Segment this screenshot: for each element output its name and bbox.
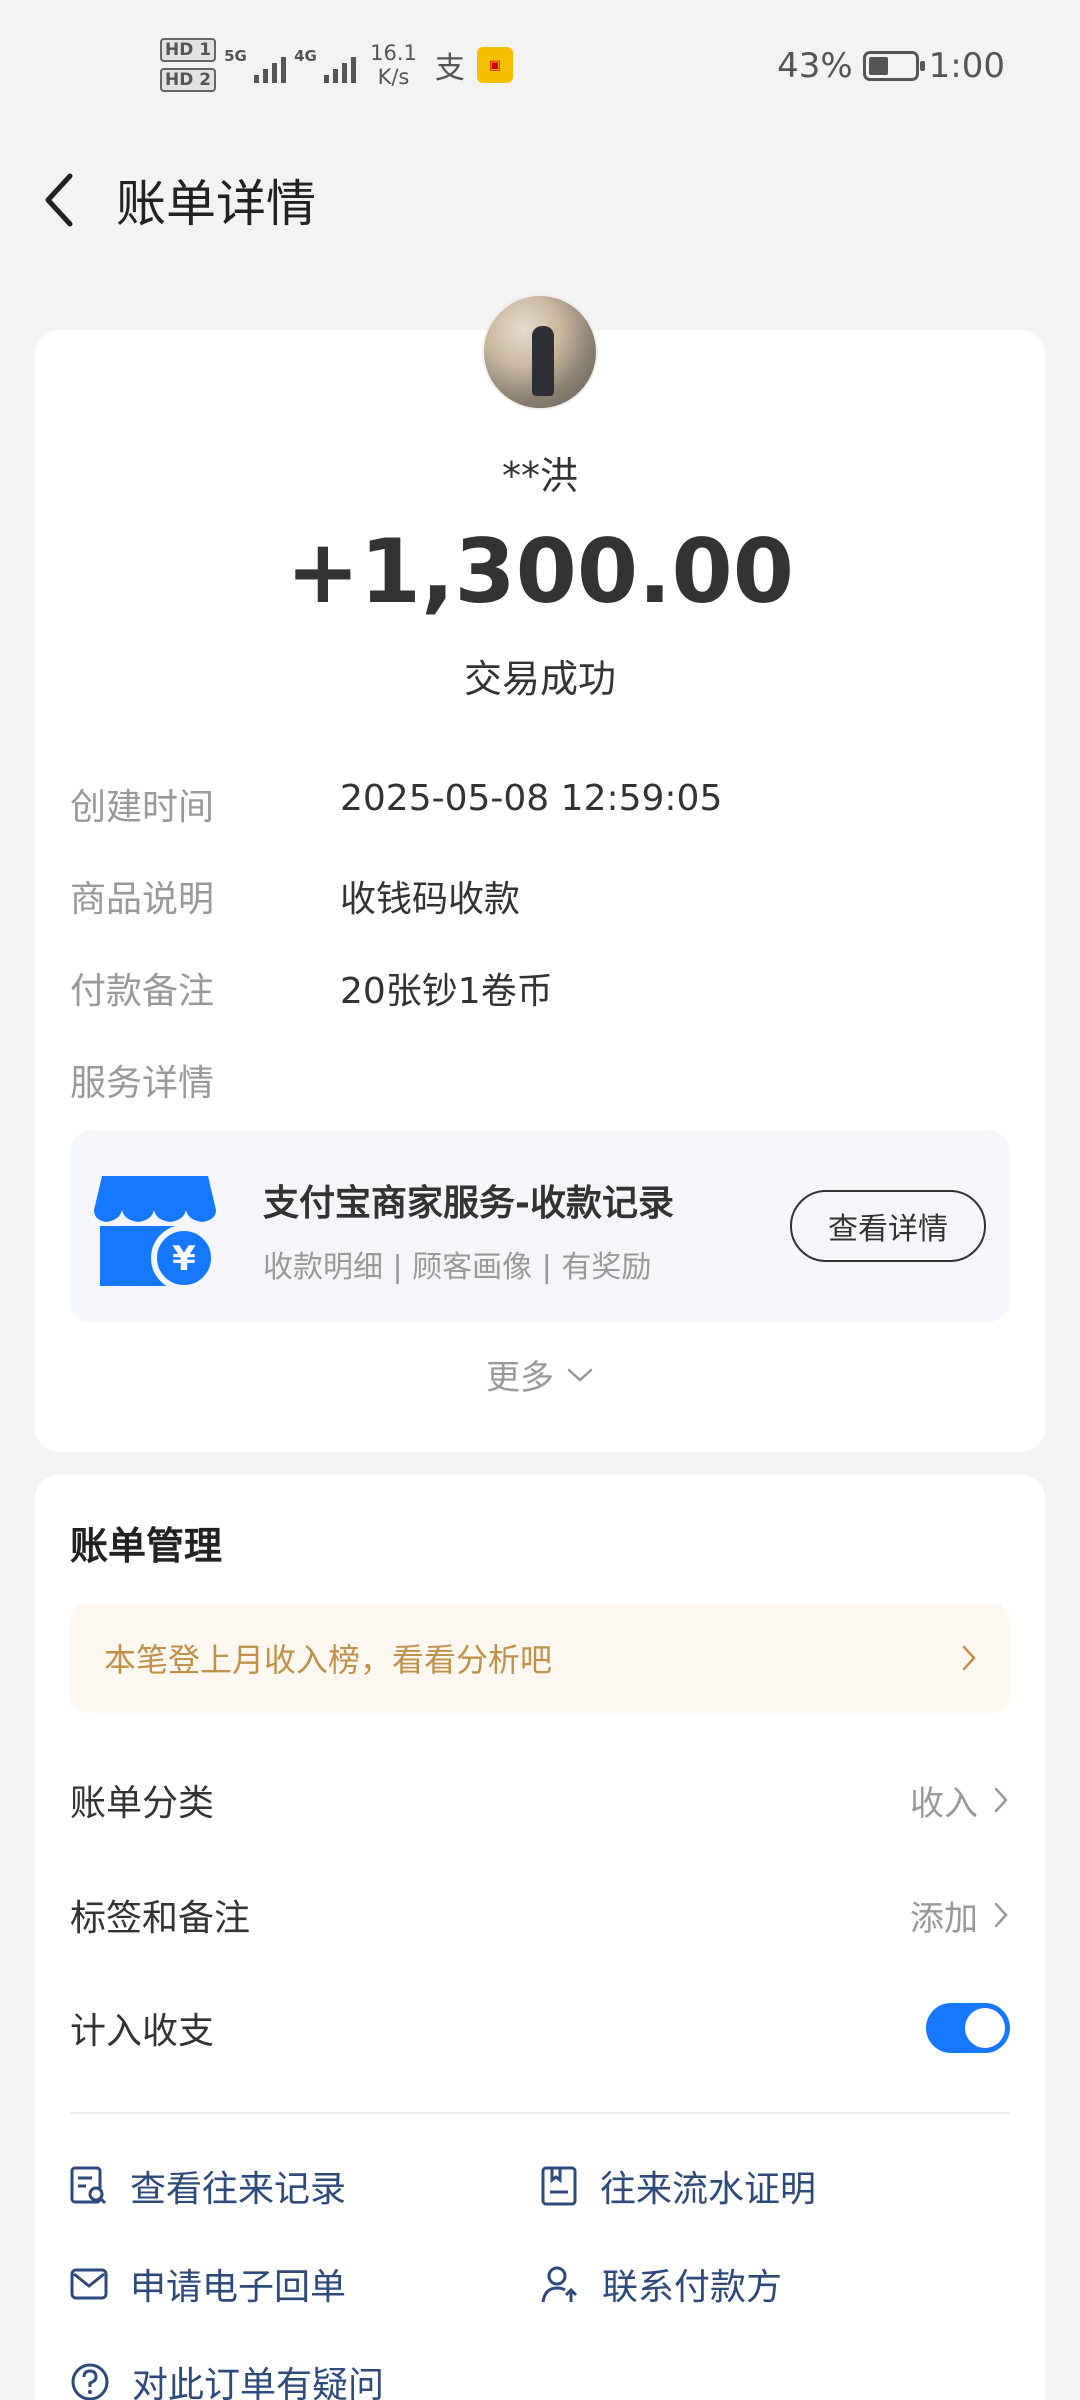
contact-payer-link[interactable]: 联系付款方 (540, 2258, 782, 2310)
avatar[interactable] (482, 294, 598, 410)
chevron-right-icon (962, 1645, 976, 1671)
action-label: 对此订单有疑问 (132, 2365, 385, 2400)
banner-text: 本笔登上月收入榜，看看分析吧 (104, 1641, 553, 1679)
signal-4g-icon: 4G (294, 41, 357, 89)
income-rank-banner[interactable]: 本笔登上月收入榜，看看分析吧 (70, 1603, 1010, 1713)
service-subtitle: 收款明细 | 顾客画像 | 有奖励 (263, 1250, 652, 1285)
store-icon: ¥ (94, 1176, 217, 1288)
detail-label: 商品说明 (70, 879, 215, 920)
network-speed: 16.1 K/s (370, 41, 417, 89)
status-right: 43% 1:00 (777, 46, 1005, 86)
tags-notes-row[interactable]: 标签和备注 添加 (70, 1875, 1010, 1955)
include-in-balance-row: 计入收支 (70, 1988, 1010, 2068)
question-icon (71, 2363, 109, 2400)
toggle-knob (965, 2008, 1005, 2048)
chevron-down-icon (567, 1368, 593, 1382)
detail-value: 20张钞1卷币 (340, 971, 553, 1012)
hd2-icon: HD 2 (160, 68, 217, 92)
battery-icon (862, 51, 925, 81)
include-toggle[interactable] (926, 2003, 1010, 2053)
more-toggle[interactable]: 更多 (0, 1350, 1080, 1399)
row-value: 收入 (910, 1783, 978, 1824)
row-label: 标签和备注 (70, 1898, 251, 1939)
back-button[interactable] (0, 140, 120, 260)
hd1-icon: HD 1 (160, 38, 217, 62)
detail-row-created-time: 创建时间 2025-05-08 12:59:05 (70, 778, 1010, 830)
statement-icon (541, 2166, 577, 2206)
section-title: 账单管理 (70, 1524, 223, 1568)
payee-name: **洪 (501, 454, 578, 498)
page-title: 账单详情 (116, 175, 316, 233)
chevron-right-icon (994, 1787, 1008, 1813)
view-records-link[interactable]: 查看往来记录 (70, 2160, 346, 2212)
status-bar: HD 1 HD 2 5G 4G 16.1 K/s 支 ▣ 43% 1:00 (0, 0, 1080, 140)
battery-percent: 43% (777, 46, 853, 86)
chevron-left-icon (45, 173, 73, 227)
detail-row-service: 服务详情 (70, 1054, 1010, 1106)
row-label: 账单分类 (70, 1783, 215, 1824)
action-label: 联系付款方 (602, 2267, 783, 2308)
hd-indicators: HD 1 HD 2 (160, 38, 217, 92)
alipay-icon: 支 (434, 51, 465, 86)
mail-icon (70, 2268, 108, 2300)
contact-icon (541, 2266, 578, 2303)
order-question-link[interactable]: 对此订单有疑问 (70, 2356, 384, 2400)
detail-label: 创建时间 (70, 787, 215, 828)
svg-text:¥: ¥ (172, 1239, 196, 1279)
e-receipt-link[interactable]: 申请电子回单 (70, 2258, 346, 2310)
clock: 1:00 (928, 46, 1005, 86)
detail-label: 付款备注 (70, 971, 215, 1012)
battery-fill (868, 57, 888, 75)
detail-value: 收钱码收款 (340, 879, 521, 920)
status-left: HD 1 HD 2 5G 4G 16.1 K/s 支 ▣ (160, 38, 513, 92)
detail-row-remark: 付款备注 20张钞1卷币 (70, 962, 1010, 1014)
action-label: 查看往来记录 (130, 2169, 347, 2210)
app-notification-icon: ▣ (476, 47, 513, 83)
row-value: 添加 (910, 1898, 978, 1939)
row-label: 计入收支 (70, 2011, 215, 2052)
detail-row-item: 商品说明 收钱码收款 (70, 870, 1010, 922)
app-header: 账单详情 (0, 140, 1080, 260)
action-label: 申请电子回单 (130, 2267, 347, 2308)
view-details-button[interactable]: 查看详情 (790, 1190, 986, 1262)
chevron-right-icon (994, 1902, 1008, 1928)
divider (70, 2112, 1010, 2114)
bill-category-row[interactable]: 账单分类 收入 (70, 1760, 1010, 1840)
statement-proof-link[interactable]: 往来流水证明 (540, 2160, 816, 2212)
transaction-amount: +1,300.00 (286, 520, 794, 623)
transaction-status: 交易成功 (463, 657, 616, 701)
signal-5g-icon: 5G (224, 41, 287, 89)
service-title: 支付宝商家服务-收款记录 (263, 1183, 674, 1224)
detail-value: 2025-05-08 12:59:05 (340, 778, 723, 819)
records-icon (70, 2166, 107, 2205)
more-label: 更多 (486, 1358, 554, 1398)
action-label: 往来流水证明 (600, 2169, 817, 2210)
detail-label: 服务详情 (70, 1063, 215, 1104)
merchant-service-card[interactable]: ¥ 支付宝商家服务-收款记录 收款明细 | 顾客画像 | 有奖励 查看详情 (70, 1130, 1010, 1322)
